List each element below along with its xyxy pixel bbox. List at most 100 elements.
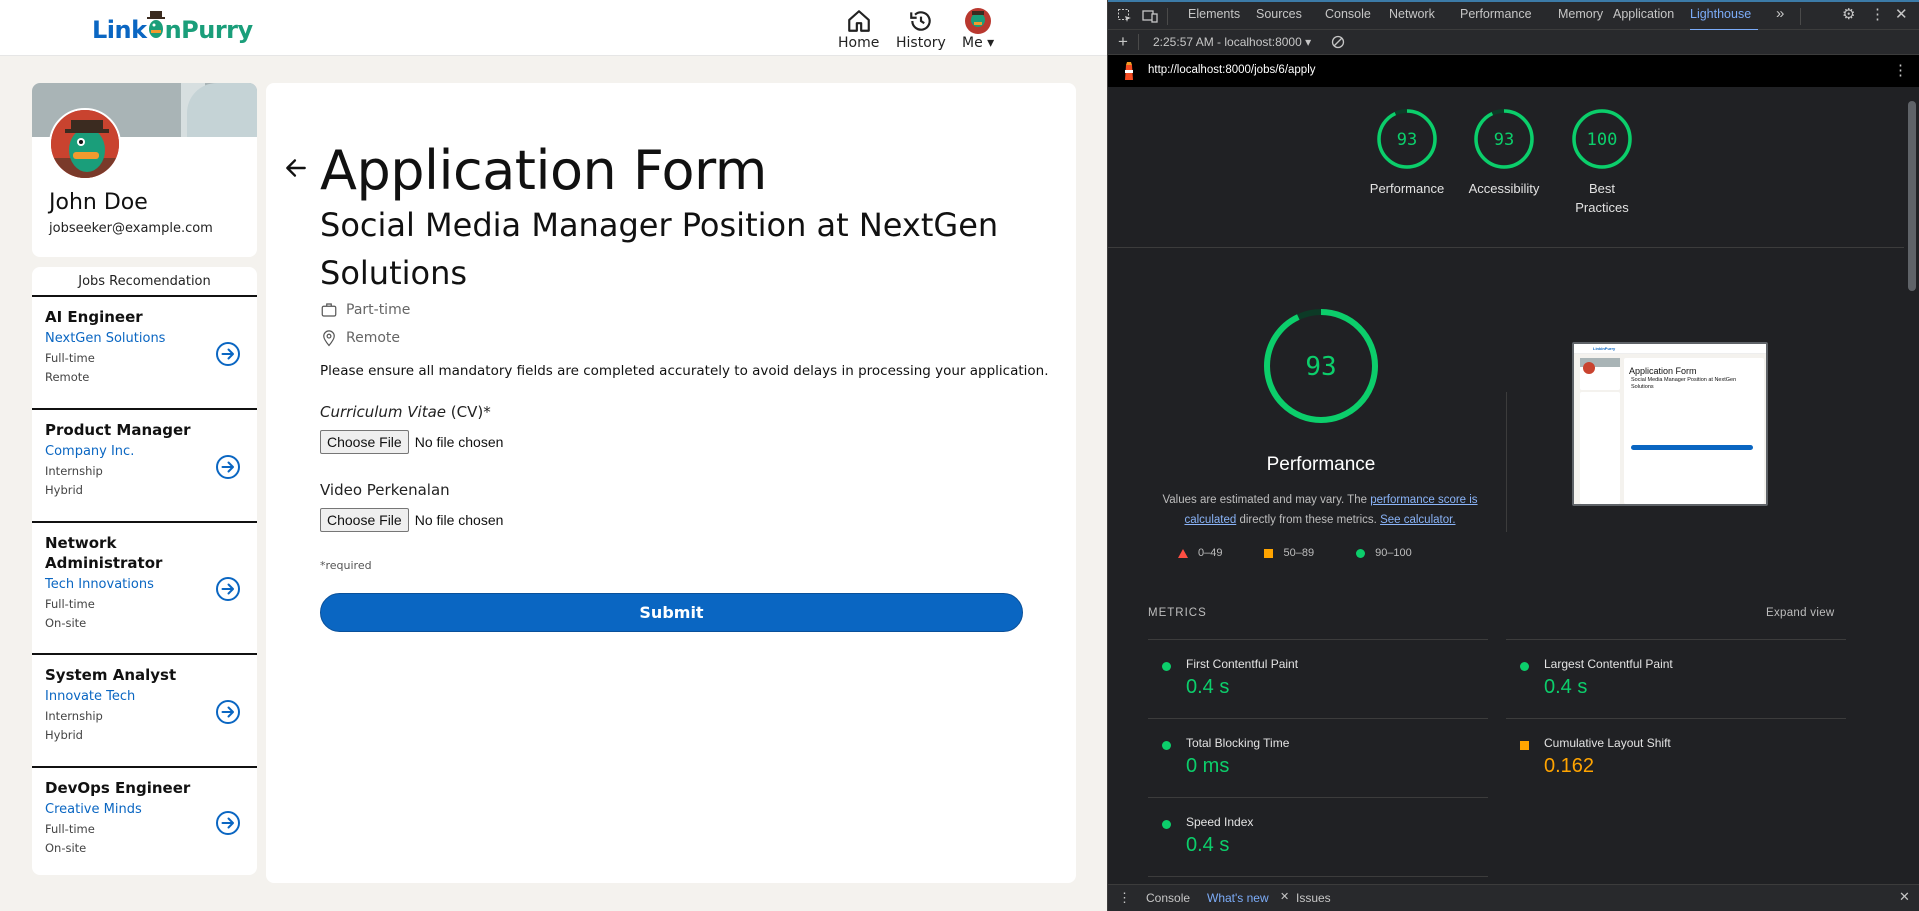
page-screenshot-thumbnail[interactable]: LinkInPurry Application Form Social Medi… bbox=[1572, 342, 1768, 506]
devtools-tab[interactable]: Elements bbox=[1188, 7, 1240, 21]
cv-label-italic: Curriculum Vitae bbox=[320, 403, 447, 421]
score-label: Accessibility bbox=[1468, 181, 1540, 196]
average-square-icon bbox=[1520, 741, 1529, 750]
desc-prefix: Values are estimated and may vary. The bbox=[1162, 494, 1371, 506]
logo-text-part2: n bbox=[164, 16, 182, 44]
job-list-item[interactable]: DevOps Engineer Creative Minds Full-time On… bbox=[32, 768, 257, 875]
inspect-element-icon[interactable] bbox=[1117, 8, 1133, 24]
arrow-right-circle-icon[interactable] bbox=[215, 699, 241, 725]
logo[interactable]: Link n Purry bbox=[92, 10, 253, 50]
drawer-tab[interactable]: Issues bbox=[1296, 891, 1331, 905]
metric-item: Total Blocking Time 0 ms bbox=[1148, 718, 1488, 797]
back-arrow-icon[interactable] bbox=[283, 155, 309, 181]
profile-email: jobseeker@example.com bbox=[49, 221, 213, 236]
logo-mascot-icon bbox=[145, 11, 167, 41]
report-menu-icon[interactable]: ⋮ bbox=[1893, 61, 1908, 79]
new-report-icon[interactable]: + bbox=[1118, 32, 1128, 52]
drawer-menu-icon[interactable]: ⋮ bbox=[1118, 890, 1131, 906]
performance-description: Values are estimated and may vary. The p… bbox=[1148, 490, 1492, 530]
chevron-down-icon: ▾ bbox=[987, 35, 995, 51]
metric-item: Speed Index 0.4 s bbox=[1148, 797, 1488, 876]
cv-label-rest: (CV)* bbox=[446, 403, 491, 421]
score-gauge[interactable]: 93 bbox=[1472, 107, 1536, 171]
metric-divider bbox=[1148, 876, 1488, 877]
report-url[interactable]: http://localhost:8000/jobs/6/apply bbox=[1148, 64, 1316, 76]
nav-history[interactable]: History bbox=[896, 8, 946, 51]
report-selector-label: 2:25:57 AM - localhost:8000 bbox=[1153, 35, 1302, 49]
metric-name: Speed Index bbox=[1186, 815, 1254, 829]
expand-view-button[interactable]: Expand view bbox=[1766, 607, 1835, 619]
jobs-panel-title: Jobs Recomendation bbox=[32, 267, 257, 297]
thumb-title: Application Form bbox=[1629, 366, 1697, 376]
arrow-right-circle-icon[interactable] bbox=[215, 810, 241, 836]
scrollbar-thumb[interactable] bbox=[1908, 101, 1916, 291]
job-location: Hybrid bbox=[45, 728, 83, 742]
device-toolbar-icon[interactable] bbox=[1142, 8, 1158, 24]
close-tab-icon[interactable]: ✕ bbox=[1280, 890, 1289, 903]
nav-home[interactable]: Home bbox=[838, 8, 879, 51]
devtools-tab[interactable]: Sources bbox=[1256, 7, 1302, 21]
report-selector[interactable]: 2:25:57 AM - localhost:8000 ▾ bbox=[1153, 35, 1311, 49]
logo-text-part3: Purry bbox=[181, 16, 253, 44]
video-choose-file-button[interactable]: Choose File bbox=[320, 508, 409, 532]
performance-heading: Performance bbox=[1266, 454, 1376, 475]
arrow-right-circle-icon[interactable] bbox=[215, 576, 241, 602]
jobs-list: AI Engineer NextGen Solutions Full-time Rem… bbox=[32, 297, 257, 875]
job-title: DevOps Engineer bbox=[45, 779, 191, 797]
devtools-tab[interactable]: Performance bbox=[1460, 7, 1532, 21]
devtools-drawer-bar: ⋮ Console What's new ✕ Issues ✕ bbox=[1108, 884, 1919, 911]
page-title: Application Form bbox=[320, 139, 767, 202]
nav-me[interactable]: Me ▾ bbox=[962, 8, 994, 51]
devtools-tab[interactable]: Application bbox=[1613, 7, 1674, 21]
metric-name: Cumulative Layout Shift bbox=[1544, 736, 1671, 750]
devtools-tab[interactable]: Memory bbox=[1558, 7, 1603, 21]
vertical-divider bbox=[1506, 392, 1507, 532]
main-score-value: 93 bbox=[1305, 352, 1336, 382]
avatar bbox=[965, 8, 992, 34]
job-location: Remote bbox=[45, 370, 90, 384]
drawer-close-icon[interactable]: ✕ bbox=[1899, 889, 1910, 905]
arrow-right-circle-icon[interactable] bbox=[215, 454, 241, 480]
legend-average: 50–89 bbox=[1283, 547, 1315, 559]
legend-fail: 0–49 bbox=[1198, 547, 1223, 559]
metric-item: Cumulative Layout Shift 0.162 bbox=[1506, 718, 1846, 797]
job-list-item[interactable]: Network Administrator Tech Innovations Ful… bbox=[32, 523, 257, 655]
job-list-item[interactable]: AI Engineer NextGen Solutions Full-time Rem… bbox=[32, 297, 257, 410]
profile-avatar[interactable] bbox=[49, 108, 121, 180]
more-tabs-icon[interactable]: » bbox=[1776, 5, 1792, 22]
pass-circle-icon bbox=[1162, 662, 1171, 671]
cv-choose-file-button[interactable]: Choose File bbox=[320, 430, 409, 454]
score-gauge[interactable]: 100 bbox=[1570, 107, 1634, 171]
score-label: Performance bbox=[1369, 181, 1445, 196]
required-note: *required bbox=[320, 559, 372, 572]
metric-value: 0.162 bbox=[1544, 755, 1595, 777]
metric-item: Largest Contentful Paint 0.4 s bbox=[1506, 639, 1846, 718]
drawer-tab[interactable]: What's new bbox=[1207, 891, 1269, 905]
metric-value: 0.4 s bbox=[1186, 676, 1230, 698]
more-options-icon[interactable]: ⋮ bbox=[1870, 5, 1886, 23]
clear-icon[interactable] bbox=[1331, 35, 1345, 49]
settings-icon[interactable]: ⚙ bbox=[1842, 5, 1858, 23]
metric-value: 0 ms bbox=[1186, 755, 1230, 777]
job-type: Part-time bbox=[346, 302, 411, 318]
job-type-row: Part-time bbox=[320, 301, 410, 319]
devtools-tab[interactable]: Network bbox=[1389, 7, 1435, 21]
desc-mid: directly from these metrics. bbox=[1236, 514, 1381, 526]
score-legend: 0–49 50–89 90–100 bbox=[1178, 547, 1454, 559]
metrics-section-label: METRICS bbox=[1148, 607, 1207, 619]
submit-button[interactable]: Submit bbox=[320, 593, 1023, 632]
close-icon[interactable]: ✕ bbox=[1895, 5, 1911, 23]
job-title: Product Manager bbox=[45, 421, 191, 439]
drawer-tab[interactable]: Console bbox=[1146, 891, 1190, 905]
arrow-right-circle-icon[interactable] bbox=[215, 341, 241, 367]
legend-pass: 90–100 bbox=[1375, 547, 1412, 559]
score-gauge[interactable]: 93 bbox=[1375, 107, 1439, 171]
job-list-item[interactable]: System Analyst Innovate Tech Internship Hyb… bbox=[32, 655, 257, 768]
lighthouse-report: 93 Performance 93 Accessibility 100 Best Prac… bbox=[1108, 87, 1904, 884]
see-calculator-link[interactable]: See calculator. bbox=[1380, 514, 1455, 526]
score-value: 93 bbox=[1494, 130, 1514, 150]
job-list-item[interactable]: Product Manager Company Inc. Internship Hyb… bbox=[32, 410, 257, 523]
devtools-tab[interactable]: Lighthouse bbox=[1690, 7, 1751, 21]
report-scrollbar[interactable] bbox=[1904, 87, 1919, 884]
devtools-tab[interactable]: Console bbox=[1325, 7, 1371, 21]
